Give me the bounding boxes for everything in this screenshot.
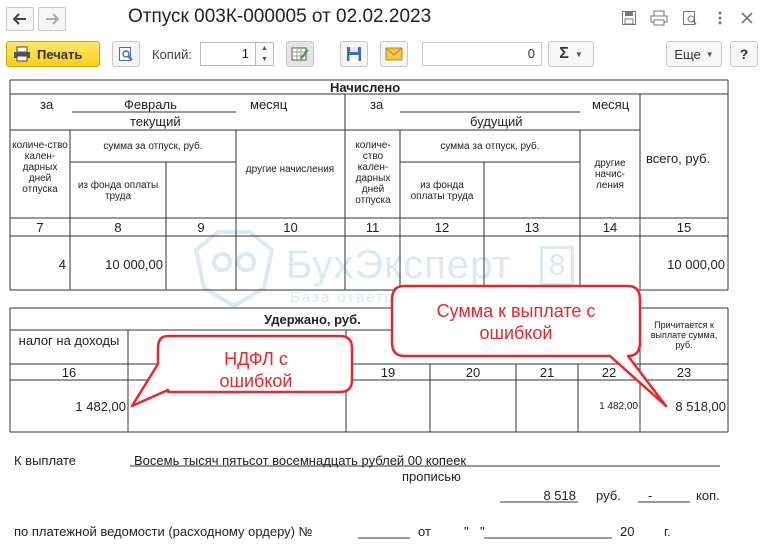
- col-number: 21: [539, 365, 555, 380]
- col-number: 22: [601, 365, 617, 380]
- email-button[interactable]: [380, 41, 408, 67]
- value-total: 10 000,00: [667, 257, 725, 272]
- col-number: 19: [380, 365, 396, 380]
- payout-callout-text: Сумма к выплате с ошибкой: [398, 300, 634, 344]
- col-number: 10: [283, 220, 298, 235]
- window-title: Отпуск 003К-000005 от 02.02.2023: [128, 6, 432, 27]
- print-button[interactable]: Печать: [6, 41, 100, 67]
- title-bar: Отпуск 003К-000005 от 02.02.2023: [0, 0, 768, 36]
- amount-words: Восемь тысяч пятьсот восемнадцать рублей…: [134, 453, 467, 468]
- period-za-1: за: [40, 97, 54, 112]
- value-fund: 10 000,00: [105, 257, 163, 272]
- value-ndfl: 1 482,00: [75, 399, 126, 414]
- copies-stepper[interactable]: ▲ ▼: [256, 42, 274, 66]
- period-month-1: Февраль: [124, 97, 177, 112]
- printer-icon: [14, 46, 30, 62]
- chevron-down-icon[interactable]: ▼: [256, 54, 273, 65]
- arrow-right-icon: [46, 13, 59, 25]
- payout-callout-line2: ошибкой: [479, 323, 553, 343]
- copies-input[interactable]: 1: [200, 42, 256, 66]
- ndfl-callout-text: НДФЛ с ошибкой: [168, 348, 344, 392]
- more-vertical-icon[interactable]: [711, 9, 729, 27]
- floppy-icon: [347, 47, 361, 61]
- envelope-icon: [385, 47, 403, 61]
- year-prefix: 20: [620, 524, 635, 539]
- more-label: Еще: [674, 46, 701, 62]
- col-number: 20: [465, 365, 481, 380]
- print-label: Печать: [37, 46, 83, 62]
- col-number: 13: [524, 220, 540, 235]
- ot-label: от: [418, 524, 431, 539]
- col-number: 23: [676, 365, 692, 380]
- close-icon[interactable]: [738, 9, 756, 27]
- caret-down-icon: ▼: [705, 49, 714, 59]
- col-vacsum-2: сумма за отпуск, руб.: [440, 141, 540, 152]
- printer-icon[interactable]: [650, 9, 668, 27]
- arrow-left-icon: [13, 13, 26, 25]
- payout-callout-line1: Сумма к выплате с: [436, 301, 596, 321]
- col-tax: налог на доходы: [18, 333, 120, 348]
- value-payable: 8 518,00: [675, 399, 726, 414]
- ndfl-callout-line2: ошибкой: [219, 371, 293, 391]
- period-current: текущий: [130, 114, 181, 129]
- quote-close: ": [480, 524, 485, 539]
- k-vyplate-label: К выплате: [14, 453, 77, 468]
- save-button[interactable]: [340, 41, 368, 67]
- caret-down-icon: ▼: [574, 49, 583, 59]
- preview-icon[interactable]: [681, 9, 699, 27]
- col-number: 12: [434, 220, 450, 235]
- preview-icon: [119, 47, 133, 61]
- period-future: будущий: [470, 114, 523, 129]
- col-fund-1: из фонда оплаты труда: [77, 180, 159, 202]
- forward-button[interactable]: [38, 7, 66, 31]
- col-number: 8: [114, 220, 122, 235]
- sum-button[interactable]: Σ ▼: [548, 41, 594, 67]
- edit-button[interactable]: [286, 41, 314, 67]
- rub-label: руб.: [596, 488, 621, 503]
- amount-number: 8 518: [543, 488, 576, 503]
- col-number: 7: [36, 220, 44, 235]
- statement-label: по платежной ведомости (расходному ордер…: [14, 524, 313, 539]
- value-days: 4: [58, 257, 66, 272]
- col-vacsum-1: сумма за отпуск, руб.: [103, 141, 203, 152]
- preview-button[interactable]: [112, 41, 140, 67]
- help-button[interactable]: ?: [730, 41, 758, 67]
- col-days-2: количе-ство кален-дарных дней отпуска: [355, 140, 391, 206]
- withheld-title: Удержано, руб.: [264, 312, 361, 327]
- back-button[interactable]: [6, 7, 34, 31]
- accrued-title: Начислено: [330, 80, 401, 95]
- copies-label: Копий:: [152, 47, 192, 62]
- period-mesyats-2: месяц: [592, 97, 630, 112]
- chevron-up-icon[interactable]: ▲: [256, 43, 273, 54]
- propisyu-label: прописью: [402, 469, 461, 484]
- col-number: 11: [365, 220, 380, 235]
- col-number: 16: [61, 365, 77, 380]
- col-other-2: другие начис-ления: [594, 158, 626, 191]
- kop-label: коп.: [696, 488, 720, 503]
- col-payable: Причитается к выплате сумма, руб.: [650, 320, 718, 350]
- edit-table-icon: [291, 47, 309, 61]
- print-form: БухЭксперт 8 База ответов по учету в 1С: [0, 74, 768, 549]
- col-number: 9: [197, 220, 205, 235]
- col-other-1: другие начисления: [245, 164, 335, 175]
- save-window-icon[interactable]: [620, 9, 638, 27]
- col-number: 14: [602, 220, 618, 235]
- col-number: 15: [676, 220, 692, 235]
- sum-field[interactable]: 0: [422, 42, 542, 66]
- sigma-icon: Σ: [559, 45, 569, 62]
- ndfl-callout-line1: НДФЛ с: [224, 349, 288, 369]
- quote-open: ": [464, 524, 469, 539]
- col-total: всего, руб.: [646, 151, 711, 166]
- period-za-2: за: [370, 97, 384, 112]
- more-button[interactable]: Еще ▼: [666, 41, 722, 67]
- col-days-1: количе-ство кален-дарных дней отпуска: [12, 140, 68, 195]
- period-mesyats-1: месяц: [250, 97, 288, 112]
- year-suffix: г.: [664, 524, 671, 539]
- kop-value: -: [648, 488, 653, 503]
- toolbar: Печать Копий: 1 ▲ ▼ 0 Σ ▼ Еще ▼ ?: [0, 38, 768, 70]
- col-fund-2: из фонда оплаты труда: [410, 180, 474, 202]
- value-withheld-total: 1 482,00: [599, 401, 638, 412]
